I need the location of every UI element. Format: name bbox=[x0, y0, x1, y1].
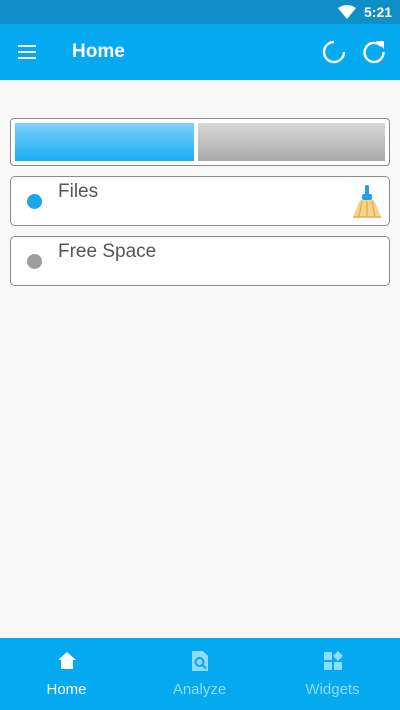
legend-item-files[interactable]: Files bbox=[10, 176, 390, 226]
status-time: 5:21 bbox=[364, 4, 393, 20]
nav-widgets[interactable]: Widgets bbox=[266, 638, 399, 710]
legend-item-free-space[interactable]: Free Space bbox=[10, 236, 390, 286]
legend-label-files: Files bbox=[58, 181, 99, 202]
page-title: Home bbox=[72, 41, 125, 62]
free-storage-fill bbox=[198, 123, 385, 161]
loading-icon[interactable] bbox=[320, 38, 348, 66]
nav-analyze[interactable]: Analyze bbox=[133, 638, 266, 710]
used-storage-fill bbox=[15, 123, 196, 161]
nav-home-label: Home bbox=[46, 681, 87, 698]
storage-usage-bar bbox=[10, 118, 390, 166]
status-bar: 5:21 bbox=[0, 0, 400, 24]
nav-home[interactable]: Home bbox=[0, 638, 133, 710]
widgets-icon bbox=[324, 651, 343, 670]
bottom-navigation: Home Analyze Widgets bbox=[0, 638, 400, 710]
free-space-color-dot bbox=[27, 254, 42, 269]
refresh-icon[interactable] bbox=[360, 38, 388, 66]
analyze-search-icon bbox=[192, 651, 208, 671]
broom-clean-icon[interactable] bbox=[351, 185, 383, 219]
legend-label-free-space: Free Space bbox=[58, 241, 157, 262]
home-icon bbox=[58, 652, 76, 669]
nav-widgets-label: Widgets bbox=[305, 681, 360, 698]
wifi-icon bbox=[338, 5, 356, 19]
main-content: Files Free Space bbox=[0, 80, 400, 638]
app-bar: Home bbox=[0, 24, 400, 80]
menu-icon[interactable] bbox=[14, 40, 42, 64]
nav-analyze-label: Analyze bbox=[172, 681, 227, 698]
files-color-dot bbox=[27, 194, 42, 209]
